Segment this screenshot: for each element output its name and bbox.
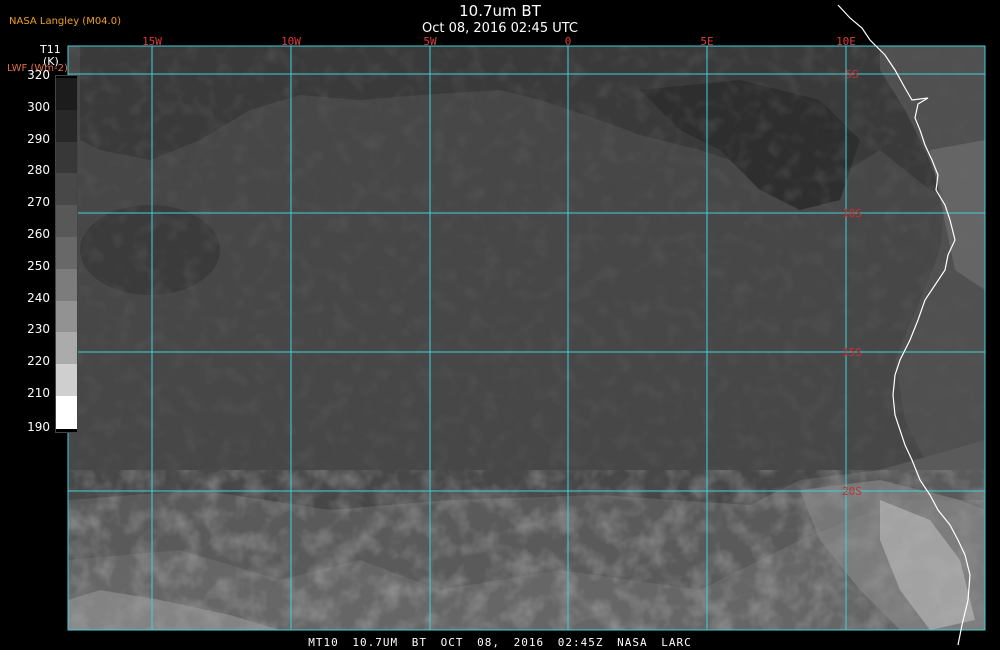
colorbar-step xyxy=(56,396,77,429)
colorbar-step xyxy=(56,109,77,143)
colorbar-tick-label: 320 xyxy=(27,68,50,82)
colorbar-tick-label: 220 xyxy=(27,354,50,369)
longitude-label: 10E xyxy=(836,35,856,48)
latitude-label: 15S xyxy=(842,346,862,359)
colorbar-step xyxy=(56,205,77,238)
satellite-map: 15W 10W 5W 0 5E 10E 5S 10S 15S 20S xyxy=(67,4,986,646)
longitude-label: 0 xyxy=(565,35,572,48)
latitude-label: 10S xyxy=(842,207,862,220)
colorbar-step xyxy=(56,141,77,175)
colorbar-step xyxy=(56,268,77,302)
source-label: NASA Langley (M04.0) xyxy=(9,16,121,27)
image-title: 10.7um BT xyxy=(459,2,541,20)
latitude-label: 5S xyxy=(845,68,858,81)
colorbar-step xyxy=(56,364,77,397)
colorbar-tick-label: 260 xyxy=(27,227,50,241)
latitude-label: 20S xyxy=(842,485,862,498)
longitude-label: 15W xyxy=(142,35,162,48)
colorbar-step xyxy=(56,300,77,334)
image-timestamp: Oct 08, 2016 02:45 UTC xyxy=(422,21,578,36)
longitude-label: 5W xyxy=(423,35,437,48)
colorbar-tick-label: 240 xyxy=(27,290,50,305)
colorbar-tick-label: 230 xyxy=(27,322,50,337)
longitude-label: 5E xyxy=(700,35,713,48)
colorbar-tick-label: 290 xyxy=(27,131,50,146)
longitude-label: 10W xyxy=(281,35,301,48)
footer-caption: MT10 10.7UM BT OCT 08, 2016 02:45Z NASA … xyxy=(308,636,692,649)
colorbar-tick-label: 280 xyxy=(27,163,50,178)
colorbar-tick-label: 270 xyxy=(27,195,50,210)
colorbar-step xyxy=(56,173,77,207)
colorbar-tick-label: 300 xyxy=(27,99,50,114)
colorbar-tick-label: 190 xyxy=(27,419,50,434)
colorbar-step xyxy=(56,237,77,270)
colorbar-step xyxy=(56,78,77,111)
colorbar-tick-label: 250 xyxy=(27,258,50,273)
colorbar-step xyxy=(56,332,77,366)
colorbar-tick-label: 210 xyxy=(27,386,50,400)
colorbar xyxy=(55,75,78,433)
